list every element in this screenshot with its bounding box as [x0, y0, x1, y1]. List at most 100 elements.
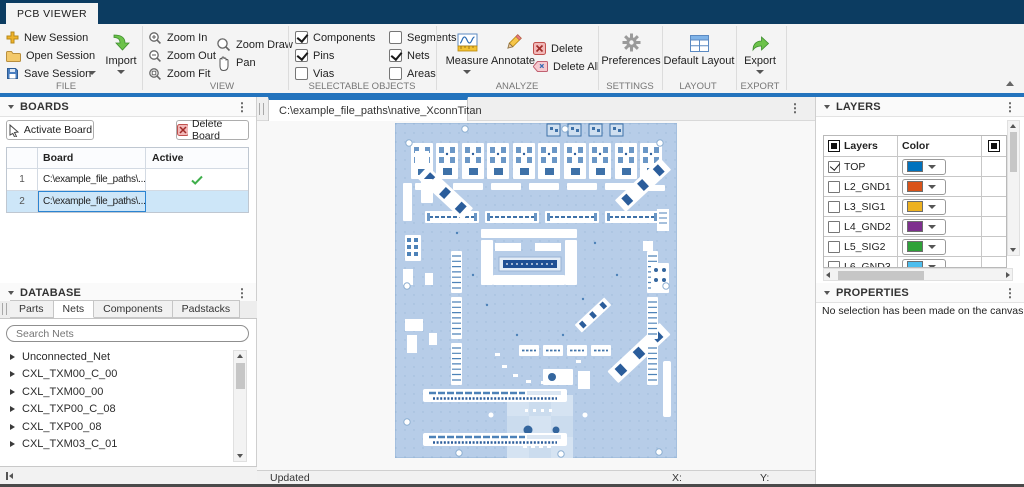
layer-visibility-checkbox[interactable]	[828, 201, 840, 213]
layers-panel-header[interactable]: LAYERS	[816, 97, 1024, 117]
layer-visibility-checkbox[interactable]	[828, 161, 840, 173]
layer-row-l3-sig1[interactable]: L3_SIG1	[824, 196, 1006, 216]
vias-checkbox[interactable]: Vias	[295, 65, 334, 82]
pcb-canvas[interactable]	[257, 121, 815, 470]
net-list-item[interactable]: CXL_TXP00_08	[0, 418, 232, 436]
scroll-right-icon[interactable]	[1006, 272, 1010, 278]
tabstrip-grip-icon[interactable]	[259, 103, 264, 115]
areas-checkbox[interactable]: Areas	[389, 65, 436, 82]
preferences-button[interactable]: Preferences	[601, 28, 661, 67]
delete-board-button[interactable]: Delete Board	[176, 120, 249, 140]
tab-components[interactable]: Components	[94, 300, 173, 318]
board-row-1[interactable]: 1 C:\example_file_paths\...	[7, 168, 248, 190]
tab-overflow-grip-icon[interactable]	[2, 303, 7, 315]
layer-visibility-checkbox[interactable]	[828, 181, 840, 193]
export-button[interactable]: Export	[738, 28, 782, 74]
scroll-up-icon[interactable]	[1010, 124, 1016, 128]
default-layout-button[interactable]: Default Layout	[661, 28, 737, 67]
board-row-1-path[interactable]: C:\example_file_paths\...	[38, 169, 146, 190]
layers-horizontal-scrollbar[interactable]	[823, 268, 1013, 281]
collapse-ribbon-icon[interactable]	[1006, 81, 1014, 86]
collapse-boards-icon[interactable]	[8, 105, 14, 109]
layer-color-dropdown[interactable]	[902, 179, 946, 195]
annotate-button[interactable]: Annotate	[489, 28, 537, 67]
select-all-layers-checkbox[interactable]	[828, 140, 840, 152]
layer-visibility-checkbox[interactable]	[828, 221, 840, 233]
expand-net-icon[interactable]	[10, 371, 15, 377]
zoom-in-button[interactable]: Zoom In	[148, 29, 207, 46]
pcb-board-image[interactable]	[395, 123, 677, 458]
collapse-layers-icon[interactable]	[824, 105, 830, 109]
zoom-out-button[interactable]: Zoom Out	[148, 47, 216, 64]
zoom-draw-button[interactable]: Zoom Draw	[216, 36, 293, 53]
expand-net-icon[interactable]	[10, 406, 15, 412]
scroll-home-icon[interactable]	[6, 472, 8, 480]
scroll-left-icon[interactable]	[826, 272, 830, 278]
layer-row-l6-gnd3[interactable]: L6_GND3	[824, 256, 1006, 268]
layers-vertical-scrollbar[interactable]	[1007, 120, 1020, 256]
save-session-dropdown-icon[interactable]	[88, 71, 96, 75]
collapse-properties-icon[interactable]	[824, 291, 830, 295]
scrollbar-thumb[interactable]	[838, 271, 924, 280]
layers-menu-icon[interactable]	[1004, 101, 1016, 113]
delete-button[interactable]: Delete	[533, 40, 583, 57]
net-list-item[interactable]: CXL_TXM00_C_00	[0, 366, 232, 384]
scroll-left-icon[interactable]	[9, 473, 13, 479]
import-button[interactable]: Import	[101, 28, 141, 74]
expand-net-icon[interactable]	[10, 441, 15, 447]
properties-panel-header[interactable]: PROPERTIES	[816, 283, 1024, 303]
board-row-2[interactable]: 2 C:\example_file_paths\...	[7, 190, 248, 212]
canvas-menu-icon[interactable]	[789, 102, 801, 114]
pan-button[interactable]: Pan	[217, 54, 256, 71]
layer-row-l2-gnd1[interactable]: L2_GND1	[824, 176, 1006, 196]
expand-net-icon[interactable]	[10, 424, 15, 430]
scroll-down-icon[interactable]	[237, 454, 243, 458]
layer-visibility-checkbox[interactable]	[828, 261, 840, 269]
scroll-up-icon[interactable]	[237, 354, 243, 358]
boards-panel-header[interactable]: BOARDS	[0, 97, 256, 117]
board-row-2-path[interactable]: C:\example_file_paths\...	[38, 191, 146, 212]
layer-color-dropdown[interactable]	[902, 199, 946, 215]
layer-color-dropdown[interactable]	[902, 159, 946, 175]
net-list-item[interactable]: Unconnected_Net	[0, 348, 232, 366]
column-filter-checkbox[interactable]	[988, 140, 1000, 152]
measure-button[interactable]: Measure	[443, 28, 491, 74]
expand-net-icon[interactable]	[10, 354, 15, 360]
scrollbar-thumb[interactable]	[236, 363, 245, 389]
open-session-button[interactable]: Open Session	[6, 47, 95, 64]
collapse-database-icon[interactable]	[8, 291, 14, 295]
boards-menu-icon[interactable]	[236, 101, 248, 113]
new-session-button[interactable]: New Session	[6, 29, 88, 46]
expand-net-icon[interactable]	[10, 389, 15, 395]
tab-parts[interactable]: Parts	[10, 300, 54, 318]
layers-header-cell: Layers	[824, 136, 898, 156]
nets-horizontal-scrollbar[interactable]	[0, 466, 257, 484]
pins-checkbox[interactable]: Pins	[295, 47, 334, 64]
delete-all-button[interactable]: Delete All	[533, 58, 599, 75]
net-list-item[interactable]: CXL_TXP00_C_08	[0, 401, 232, 419]
tab-pcb-viewer[interactable]: PCB VIEWER	[6, 3, 98, 24]
net-list-item[interactable]: CXL_TXM00_00	[0, 383, 232, 401]
layer-color-dropdown[interactable]	[902, 259, 946, 269]
layer-row-top[interactable]: TOP	[824, 156, 1006, 176]
scroll-down-icon[interactable]	[1010, 248, 1016, 252]
database-menu-icon[interactable]	[236, 287, 248, 299]
tab-padstacks[interactable]: Padstacks	[173, 300, 240, 318]
activate-board-button[interactable]: Activate Board	[6, 120, 94, 140]
document-tab[interactable]: C:\example_file_paths\native_XconnTitan	[268, 97, 468, 121]
layer-visibility-checkbox[interactable]	[828, 241, 840, 253]
layer-color-dropdown[interactable]	[902, 239, 946, 255]
zoom-fit-button[interactable]: Zoom Fit	[148, 65, 210, 82]
components-checkbox[interactable]: Components	[295, 29, 375, 46]
save-session-button[interactable]: Save Session	[6, 65, 91, 82]
net-list-item[interactable]: CXL_TXM03_C_01	[0, 436, 232, 454]
scrollbar-thumb[interactable]	[1010, 132, 1017, 172]
nets-vertical-scrollbar[interactable]	[233, 350, 247, 462]
layer-color-dropdown[interactable]	[902, 219, 946, 235]
properties-menu-icon[interactable]	[1004, 287, 1016, 299]
tab-nets[interactable]: Nets	[54, 300, 95, 318]
search-nets-input[interactable]	[6, 325, 249, 342]
layer-row-l4-gnd2[interactable]: L4_GND2	[824, 216, 1006, 236]
layer-row-l5-sig2[interactable]: L5_SIG2	[824, 236, 1006, 256]
nets-checkbox[interactable]: Nets	[389, 47, 430, 64]
